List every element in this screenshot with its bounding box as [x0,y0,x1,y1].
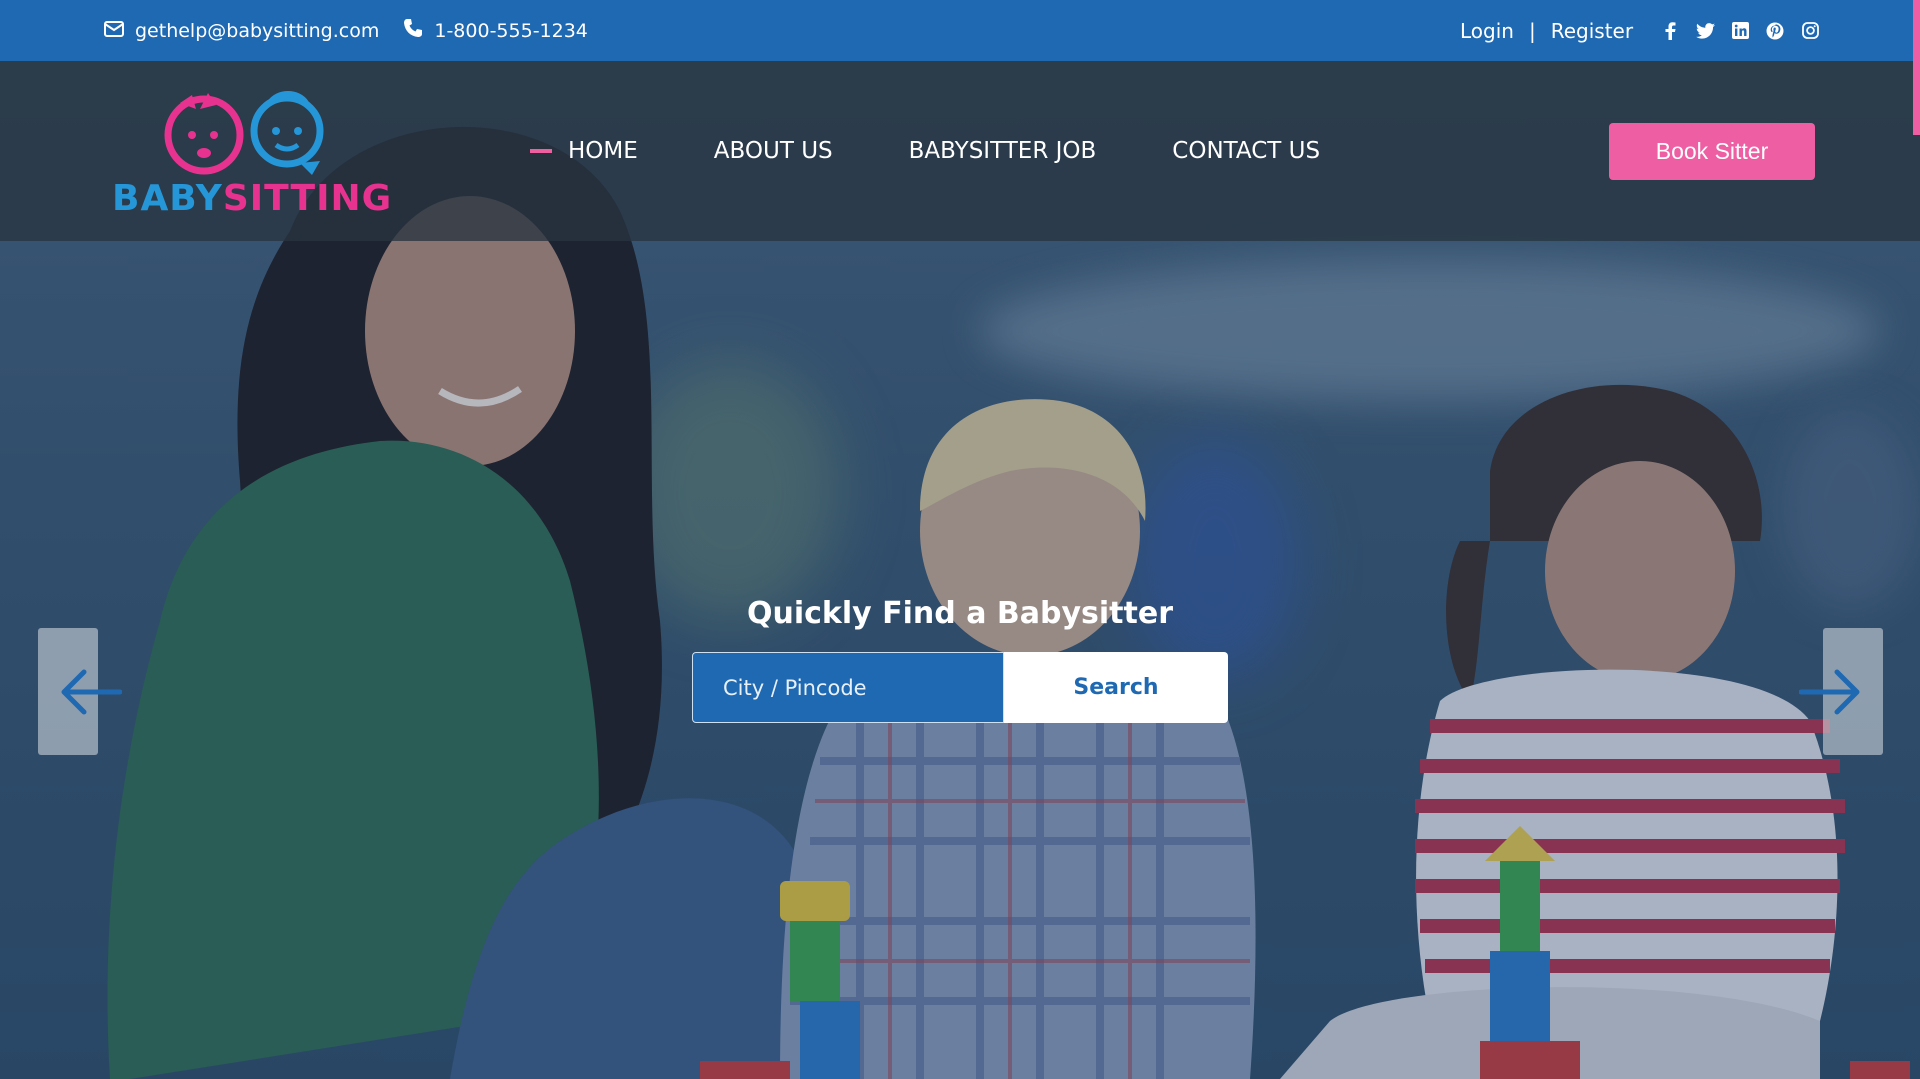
phone-text: 1-800-555-1234 [434,19,588,42]
register-link[interactable]: Register [1551,19,1633,43]
baby-faces-icon [164,91,324,175]
social-links [1660,0,1820,61]
search-heading: Quickly Find a Babysitter [746,596,1173,631]
nav-item-contact-us[interactable]: CONTACT US [1172,138,1320,164]
arrow-left-icon [61,669,122,715]
envelope-icon [104,20,124,42]
pinterest-icon[interactable] [1765,21,1785,41]
email-link[interactable]: gethelp@babysitting.com [104,20,379,42]
twitter-icon[interactable] [1695,21,1715,41]
book-sitter-button[interactable]: Book Sitter [1609,123,1815,180]
carousel-next-button[interactable] [1799,628,1883,755]
brand-name-part2: SITTING [222,178,393,219]
nav-item-home[interactable]: HOME [530,138,638,164]
facebook-icon[interactable] [1660,21,1680,41]
nav-item-about-us[interactable]: ABOUT US [714,138,833,164]
auth-links: Login | Register [1460,0,1633,61]
nav-item-contact-us-label: CONTACT US [1172,138,1321,164]
carousel-prev-button[interactable] [38,628,122,755]
brand-wordmark: BABYSITTING [112,178,392,219]
nav-item-about-us-label: ABOUT US [713,138,833,164]
phone-link[interactable]: 1-800-555-1234 [403,18,588,43]
nav-item-babysitter-job-label: BABYSITTER JOB [908,138,1097,164]
brand-name-part1: BABY [112,178,223,219]
brand-logo[interactable]: BABYSITTING [110,83,391,283]
nav-item-babysitter-job[interactable]: BABYSITTER JOB [909,138,1097,164]
scroll-indicator [1913,0,1920,135]
arrow-right-icon [1799,669,1860,715]
nav-menu: HOME ABOUT US BABYSITTER JOB CONTACT US [530,61,1320,241]
phone-icon [403,18,423,43]
nav-item-home-label: HOME [568,138,638,164]
main-nav: BABYSITTING HOME ABOUT US BABYSITTER JOB… [0,61,1920,241]
search-form: Search [692,652,1228,723]
location-search-input[interactable] [692,652,1004,723]
auth-separator: | [1528,18,1536,43]
instagram-icon[interactable] [1800,21,1820,41]
active-indicator [530,149,552,153]
email-text: gethelp@babysitting.com [135,19,380,42]
login-link[interactable]: Login [1460,19,1514,43]
search-button[interactable]: Search [1004,652,1228,723]
contact-info: gethelp@babysitting.com 1-800-555-1234 [104,0,588,61]
top-bar: gethelp@babysitting.com 1-800-555-1234 L… [0,0,1920,61]
linkedin-icon[interactable] [1730,21,1750,41]
